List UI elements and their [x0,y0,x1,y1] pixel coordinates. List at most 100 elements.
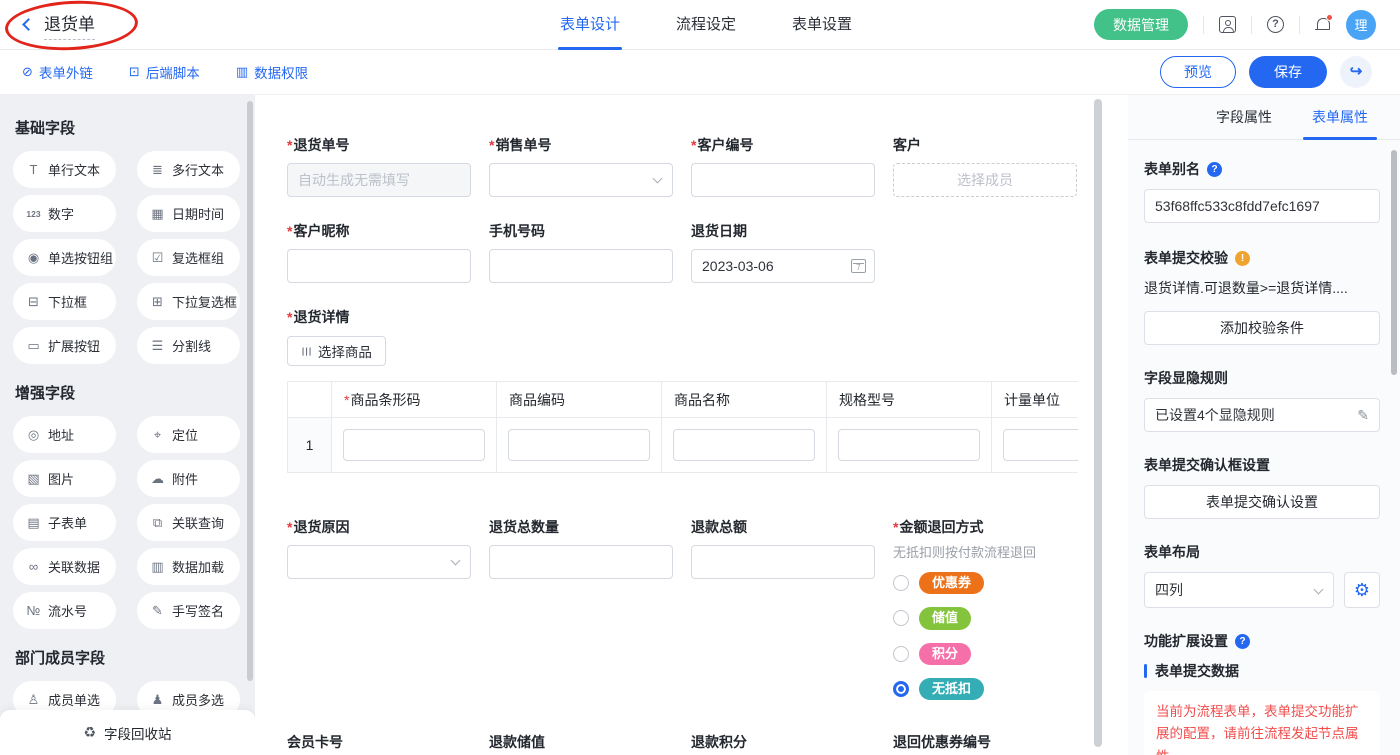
tab-form-setting[interactable]: 表单设置 [792,0,852,50]
layout-select[interactable]: 四列 [1144,572,1334,608]
help-icon[interactable] [1267,16,1284,33]
field-pill-extend-button[interactable]: ▭扩展按钮 [13,327,116,364]
submit-confirm-button[interactable]: 表单提交确认设置 [1144,485,1380,519]
field-sales-no[interactable]: *销售单号 [489,137,673,197]
data-permission-link[interactable]: ▥ 数据权限 [236,62,308,82]
field-total-qty[interactable]: 退货总数量 [489,519,673,579]
tab-form-properties[interactable]: 表单属性 [1312,95,1368,140]
field-customer[interactable]: 客户 选择成员 [893,137,1077,197]
radio-unchecked-icon[interactable] [893,610,909,626]
field-phone[interactable]: 手机号码 [489,223,673,283]
points-tag: 积分 [919,643,971,665]
field-refund-total[interactable]: 退款总额 [691,519,875,579]
field-pill-single-line-text[interactable]: T单行文本 [13,151,116,188]
field-pill-signature[interactable]: ✎手写签名 [137,592,240,629]
address-icon: ◎ [26,427,41,443]
back-button[interactable]: 退货单 [0,10,95,40]
field-pill-multi-dropdown[interactable]: ⊞下拉复选框 [137,283,240,320]
field-pill-radio-group[interactable]: ◉单选按钮组 [13,239,116,276]
col-spec-model: 规格型号 [827,382,992,418]
help-circle-icon[interactable] [1207,162,1222,177]
field-pill-number[interactable]: 123数字 [13,195,116,232]
reason-select[interactable] [287,545,471,579]
share-button[interactable]: ↪ [1340,56,1372,88]
option-stored-value[interactable]: 储值 [893,607,1077,629]
edit-pencil-icon[interactable]: ✎ [1357,407,1369,424]
add-validation-button[interactable]: 添加校验条件 [1144,311,1380,345]
field-customer-no[interactable]: *客户编号 [691,137,875,197]
field-pill-attachment[interactable]: ☁附件 [137,460,240,497]
radio-unchecked-icon[interactable] [893,575,909,591]
form-alias-input[interactable] [1144,189,1380,223]
canvas-scrollbar-thumb[interactable] [1094,99,1102,747]
panel-scrollbar-thumb[interactable] [1391,150,1397,375]
field-nickname[interactable]: *客户昵称 [287,223,471,283]
panel-tabs: 字段属性 表单属性 [1128,95,1400,140]
field-pill-serial-number[interactable]: №流水号 [13,592,116,629]
field-pill-multi-line-text[interactable]: ≣多行文本 [137,151,240,188]
option-coupon[interactable]: 优惠券 [893,572,1077,594]
save-button[interactable]: 保存 [1249,56,1327,88]
visibility-rules-box[interactable]: 已设置4个显隐规则 ✎ [1144,398,1380,432]
sales-no-select[interactable] [489,163,673,197]
radio-checked-icon[interactable] [893,681,909,697]
field-pill-dropdown[interactable]: ⊟下拉框 [13,283,116,320]
total-qty-input[interactable] [489,545,673,579]
field-member-card[interactable]: 会员卡号 [287,734,471,755]
product-name-cell-input[interactable] [673,429,815,461]
tab-form-design[interactable]: 表单设计 [560,0,620,50]
select-product-button[interactable]: ☰ 选择商品 [287,336,386,366]
refund-total-input[interactable] [691,545,875,579]
field-pill-location[interactable]: ⌖定位 [137,416,240,453]
radio-unchecked-icon[interactable] [893,646,909,662]
preview-button[interactable]: 预览 [1160,56,1236,88]
section-marker [1144,664,1147,678]
option-points[interactable]: 积分 [893,643,1077,665]
detail-table-row: 1 [288,418,1079,473]
product-code-cell-input[interactable] [508,429,650,461]
notification-bell-icon[interactable] [1315,17,1331,32]
layout-settings-button[interactable]: ⚙ [1344,572,1380,608]
field-return-date[interactable]: 退货日期 [691,223,875,283]
field-reason[interactable]: *退货原因 [287,519,471,579]
data-manage-button[interactable]: 数据管理 [1094,9,1188,40]
return-no-input[interactable] [287,163,471,197]
field-refund-stored[interactable]: 退款储值 [489,734,673,755]
backend-script-link[interactable]: ⊡ 后端脚本 [129,62,200,82]
extend-button-icon: ▭ [26,338,41,354]
field-pill-linked-data[interactable]: ∞关联数据 [13,548,116,585]
field-refund-points[interactable]: 退款积分 [691,734,875,755]
field-pill-linked-query[interactable]: ⧉关联查询 [137,504,240,541]
form-external-link[interactable]: ⊘ 表单外链 [22,62,93,82]
return-date-input[interactable] [691,249,875,283]
select-member-box[interactable]: 选择成员 [893,163,1077,197]
field-pill-datetime[interactable]: ▦日期时间 [137,195,240,232]
option-no-deduction[interactable]: 无抵扣 [893,678,1077,700]
field-recycle-bin[interactable]: ♻ 字段回收站 [0,710,255,755]
number-icon: 123 [26,209,41,219]
spec-model-cell-input[interactable] [838,429,980,461]
help-circle-icon[interactable] [1235,634,1250,649]
avatar[interactable]: 理 [1346,10,1376,40]
field-coupon-no[interactable]: 退回优惠券编号 [893,734,1077,755]
validation-rule-text: 退货详情.可退数量>=退货详情.... [1144,278,1380,298]
nickname-input[interactable] [287,249,471,283]
tab-field-properties[interactable]: 字段属性 [1216,95,1272,140]
customer-no-input[interactable] [691,163,875,197]
tab-flow-setting[interactable]: 流程设定 [676,0,736,50]
datetime-icon: ▦ [150,206,165,222]
field-pill-checkbox-group[interactable]: ☑复选框组 [137,239,240,276]
field-pill-divider[interactable]: ☰分割线 [137,327,240,364]
contacts-icon[interactable] [1219,16,1236,33]
field-pill-image[interactable]: ▧图片 [13,460,116,497]
field-pill-address[interactable]: ◎地址 [13,416,116,453]
barcode-cell-input[interactable] [343,429,485,461]
sidebar-scrollbar-thumb[interactable] [247,101,253,681]
field-return-no[interactable]: *退货单号 [287,137,471,197]
notification-badge [1326,14,1333,21]
field-pill-subform[interactable]: ▤子表单 [13,504,116,541]
unit-cell-input[interactable] [1003,429,1078,461]
calendar-icon[interactable] [851,259,866,273]
phone-input[interactable] [489,249,673,283]
field-pill-data-load[interactable]: ▥数据加载 [137,548,240,585]
